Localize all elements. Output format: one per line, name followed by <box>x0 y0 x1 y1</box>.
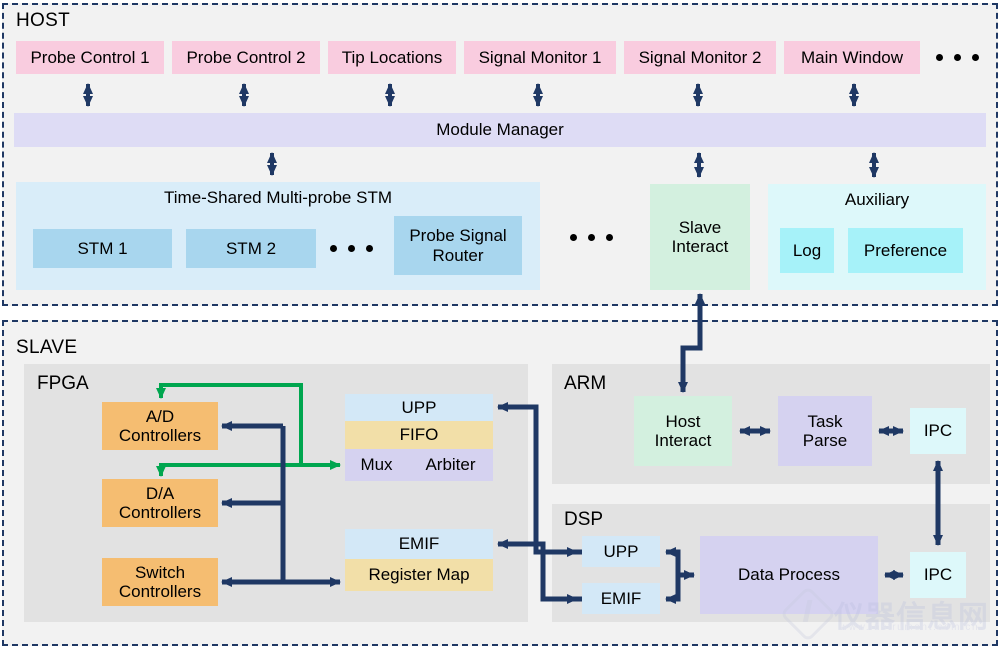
diagram-canvas: HOST Probe Control 1 Probe Control 2 Tip… <box>0 0 1000 648</box>
fpga-register-map[interactable]: Register Map <box>345 559 493 591</box>
fpga-emif[interactable]: EMIF <box>345 529 493 559</box>
host-stm-item-stm-1[interactable]: STM 1 <box>33 229 172 268</box>
host-mid-ellipsis <box>570 234 613 241</box>
host-auxiliary-group-title: Auxiliary <box>844 190 910 209</box>
host-module-probe-control-1[interactable]: Probe Control 1 <box>16 41 164 74</box>
dsp-data-process[interactable]: Data Process <box>700 536 878 614</box>
host-module-main-window[interactable]: Main Window <box>784 41 920 74</box>
arm-host-interact[interactable]: Host Interact <box>634 396 732 466</box>
host-top-modules-ellipsis <box>936 54 979 61</box>
arm-ipc[interactable]: IPC <box>910 408 966 454</box>
slave-arm-title: ARM <box>564 373 607 394</box>
fpga-switch-controllers[interactable]: Switch Controllers <box>102 558 218 606</box>
fpga-ad-controllers[interactable]: A/D Controllers <box>102 402 218 450</box>
fpga-mux[interactable]: Mux <box>345 449 408 481</box>
host-module-tip-locations[interactable]: Tip Locations <box>328 41 456 74</box>
dsp-upp[interactable]: UPP <box>582 536 660 567</box>
host-panel-title: HOST <box>16 10 70 31</box>
fpga-fifo[interactable]: FIFO <box>345 421 493 449</box>
host-stm-group-ellipsis <box>330 245 373 252</box>
slave-dsp-title: DSP <box>564 509 604 530</box>
slave-fpga-title: FPGA <box>37 373 89 394</box>
host-stm-item-stm-2[interactable]: STM 2 <box>186 229 316 268</box>
host-stm-item-probe-signal-router[interactable]: Probe Signal Router <box>394 216 522 275</box>
host-auxiliary-item-log[interactable]: Log <box>780 228 834 273</box>
host-module-signal-monitor-1[interactable]: Signal Monitor 1 <box>464 41 616 74</box>
host-auxiliary-item-preference[interactable]: Preference <box>848 228 963 273</box>
fpga-arbiter[interactable]: Arbiter <box>408 449 493 481</box>
host-module-probe-control-2[interactable]: Probe Control 2 <box>172 41 320 74</box>
arm-task-parse[interactable]: Task Parse <box>778 396 872 466</box>
host-module-signal-monitor-2[interactable]: Signal Monitor 2 <box>624 41 776 74</box>
host-module-manager[interactable]: Module Manager <box>14 113 986 147</box>
host-stm-group-title: Time-Shared Multi-probe STM <box>164 188 392 207</box>
dsp-emif[interactable]: EMIF <box>582 583 660 614</box>
fpga-da-controllers[interactable]: D/A Controllers <box>102 479 218 527</box>
dsp-ipc[interactable]: IPC <box>910 552 966 598</box>
fpga-upp[interactable]: UPP <box>345 394 493 421</box>
host-slave-interact[interactable]: Slave Interact <box>650 184 750 290</box>
slave-panel-title: SLAVE <box>16 337 78 358</box>
